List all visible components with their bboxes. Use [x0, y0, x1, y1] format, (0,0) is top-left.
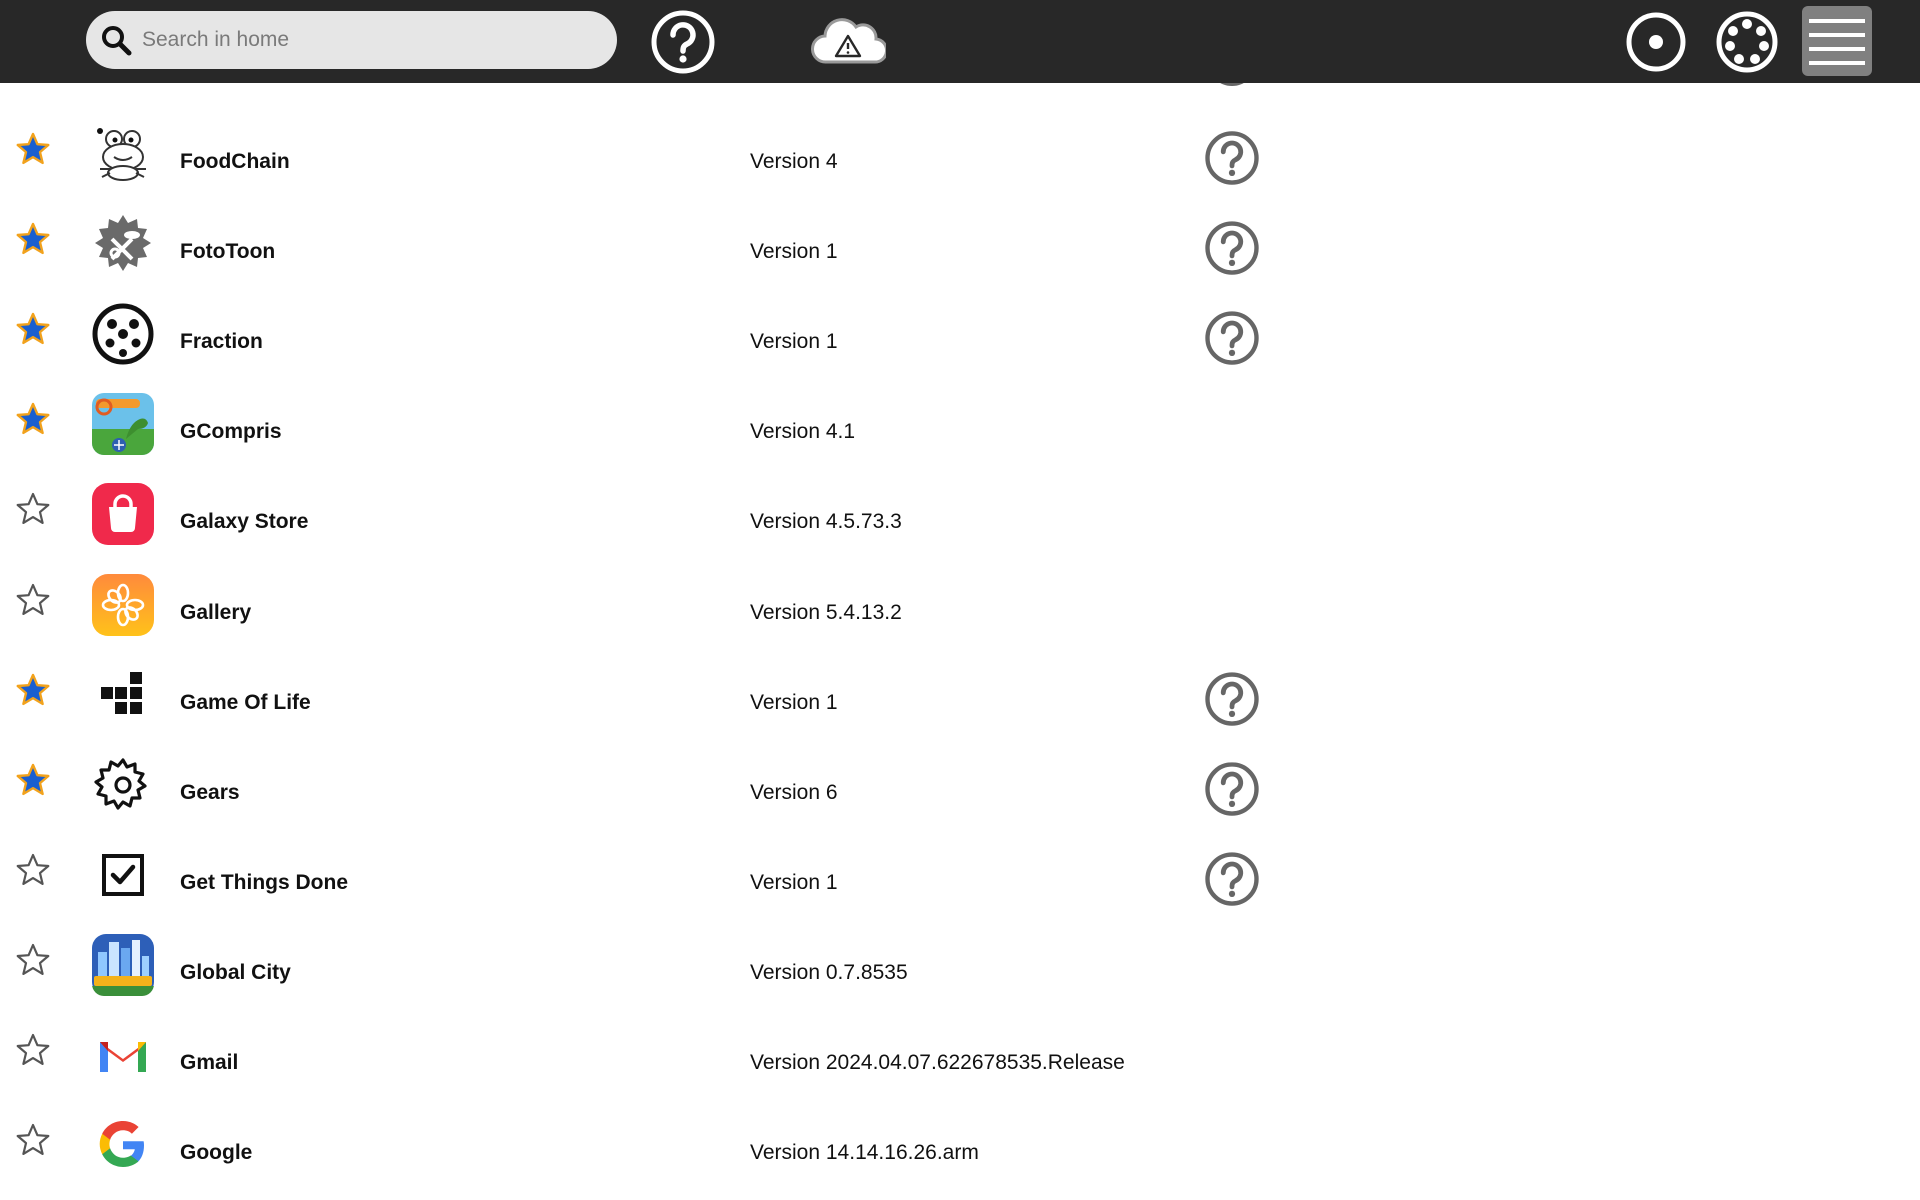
help-icon[interactable] — [1204, 130, 1260, 186]
favorite-star-icon[interactable] — [14, 671, 52, 709]
app-row[interactable]: FoodChain Version 4 — [0, 101, 1920, 191]
hamburger-menu-icon — [1809, 19, 1865, 65]
favorite-star-icon[interactable] — [14, 400, 52, 438]
checkbox-icon[interactable] — [92, 844, 154, 906]
app-name[interactable]: Gallery — [180, 601, 251, 625]
star-outline-icon[interactable] — [14, 490, 52, 528]
favorite-star-icon[interactable] — [14, 130, 52, 168]
help-button[interactable] — [650, 9, 716, 75]
app-version: Version 1 — [750, 690, 838, 714]
app-name[interactable]: GCompris — [180, 420, 282, 444]
gcompris-icon[interactable] — [92, 393, 154, 456]
app-row[interactable]: GCompris Version 4.1 — [0, 371, 1920, 461]
help-circle-icon — [651, 10, 715, 74]
app-name[interactable]: Get Things Done — [180, 871, 348, 895]
app-name[interactable]: Global City — [180, 961, 291, 985]
app-name[interactable]: FotoToon — [180, 240, 275, 264]
app-version: Version 5.4.13.2 — [750, 600, 902, 624]
app-version: Version 1 — [750, 330, 838, 354]
help-icon[interactable] — [1204, 671, 1260, 727]
fototoon-icon[interactable] — [92, 213, 154, 275]
star-outline-icon[interactable] — [14, 941, 52, 979]
app-row[interactable]: Google Version 14.14.16.26.arm — [0, 1092, 1920, 1182]
top-toolbar — [0, 0, 1920, 83]
soccer-ball-icon[interactable] — [92, 303, 154, 365]
shopping-bag-icon[interactable] — [92, 483, 154, 546]
search-input[interactable] — [142, 28, 582, 52]
gmail-icon[interactable] — [92, 1024, 154, 1086]
menu-button[interactable] — [1802, 6, 1872, 76]
neighborhood-view-button[interactable] — [1714, 9, 1780, 75]
favorite-star-icon[interactable] — [14, 761, 52, 799]
search-icon — [102, 26, 132, 56]
app-name[interactable]: FoodChain — [180, 150, 290, 174]
favorite-star-icon[interactable] — [14, 220, 52, 258]
app-name[interactable]: Google — [180, 1141, 252, 1165]
gear-icon[interactable] — [92, 754, 154, 816]
app-row[interactable]: Game Of Life Version 1 — [0, 642, 1920, 732]
star-outline-icon[interactable] — [14, 851, 52, 889]
app-version: Version 14.14.16.26.arm — [750, 1141, 979, 1165]
cloud-sync-button[interactable] — [808, 9, 888, 75]
city-icon[interactable] — [92, 933, 154, 996]
app-version: Version 1 — [750, 870, 838, 894]
help-icon[interactable] — [1204, 310, 1260, 366]
neighborhood-view-icon — [1716, 11, 1778, 73]
home-view-icon — [1626, 12, 1686, 72]
help-icon[interactable] — [1204, 761, 1260, 817]
app-version: Version 2024.04.07.622678535.Release — [750, 1051, 1125, 1074]
app-row[interactable]: Gallery Version 5.4.13.2 — [0, 552, 1920, 642]
favorite-star-icon[interactable] — [14, 310, 52, 348]
app-name[interactable]: Gmail — [180, 1051, 238, 1075]
help-icon[interactable] — [1204, 851, 1260, 907]
google-g-icon[interactable] — [92, 1114, 154, 1176]
app-version: Version 4 — [750, 150, 838, 173]
app-version: Version 0.7.8535 — [750, 960, 908, 984]
app-version: Version 1 — [750, 240, 838, 264]
app-name[interactable]: Galaxy Store — [180, 510, 308, 534]
help-icon[interactable] — [1204, 220, 1260, 276]
app-row[interactable]: Gmail Version 2024.04.07.622678535.Releas… — [0, 1002, 1920, 1092]
app-row[interactable]: Galaxy Store Version 4.5.73.3 — [0, 461, 1920, 551]
star-outline-icon[interactable] — [14, 1121, 52, 1159]
app-name[interactable]: Fraction — [180, 330, 263, 354]
app-row[interactable]: Global City Version 0.7.8535 — [0, 912, 1920, 1002]
app-version: Version 4.1 — [750, 420, 856, 444]
gallery-flower-icon[interactable] — [92, 573, 154, 636]
app-version: Version 4.5.73.3 — [750, 510, 902, 534]
app-name[interactable]: Game Of Life — [180, 691, 311, 715]
app-name[interactable]: Gears — [180, 781, 240, 805]
frog-icon[interactable] — [92, 123, 154, 185]
star-outline-icon[interactable] — [14, 581, 52, 619]
home-view-button[interactable] — [1623, 9, 1689, 75]
star-outline-icon[interactable] — [14, 1031, 52, 1069]
glider-icon[interactable] — [92, 664, 154, 726]
search-bar[interactable] — [86, 11, 617, 69]
cloud-warning-icon — [811, 18, 886, 64]
app-version: Version 6 — [750, 780, 838, 804]
app-row[interactable]: Gears Version 6 — [0, 732, 1920, 822]
app-row[interactable]: FotoToon Version 1 — [0, 191, 1920, 281]
app-row[interactable]: Get Things Done Version 1 — [0, 822, 1920, 912]
app-row[interactable]: Fraction Version 1 — [0, 281, 1920, 371]
